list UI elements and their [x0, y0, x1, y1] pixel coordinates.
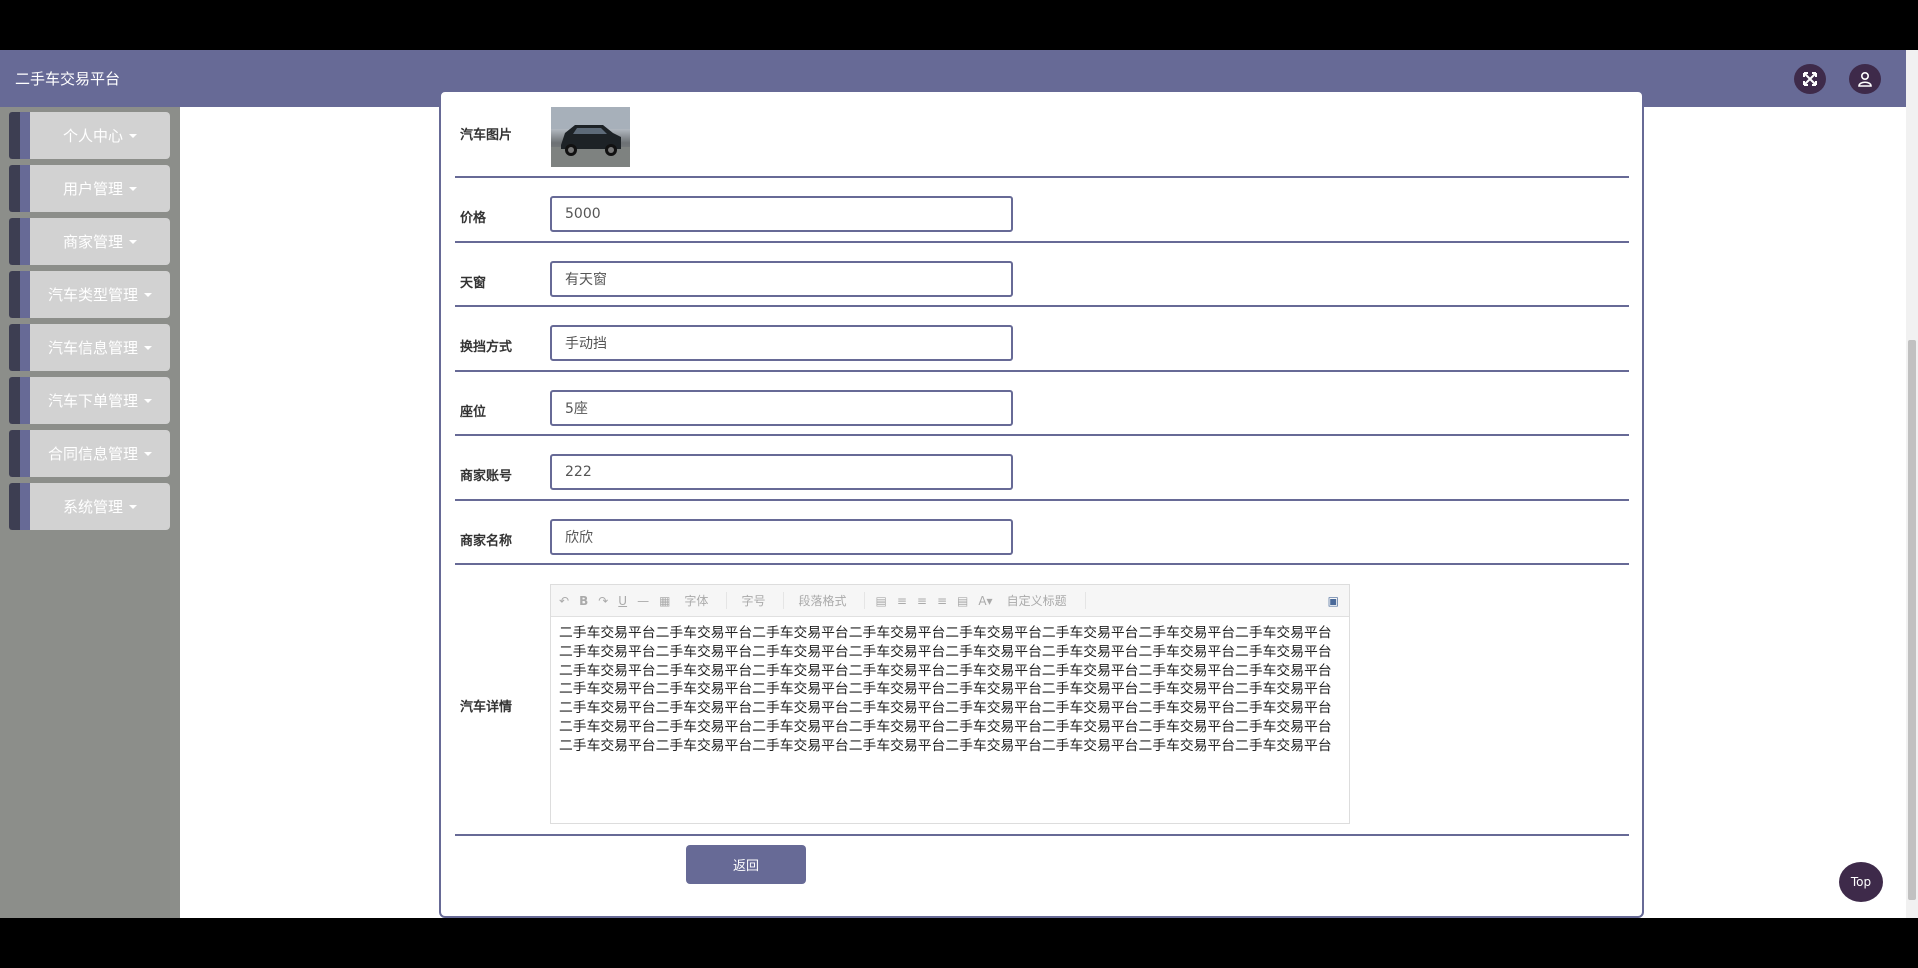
sidebar-item-label: 汽车信息管理 [47, 339, 138, 357]
font-size-select[interactable]: 字号 [737, 592, 785, 609]
car-image-label: 汽车图片 [460, 128, 513, 143]
transmission-field[interactable]: 手动挡 [550, 325, 1013, 361]
editor-content[interactable]: 二手车交易平台二手车交易平台二手车交易平台二手车交易平台二手车交易平台二手车交易… [559, 624, 1345, 756]
caret-down-icon [129, 239, 137, 244]
sidebar-item-label: 商家管理 [62, 233, 123, 251]
row-divider [455, 834, 1629, 836]
bold-icon[interactable]: B [579, 594, 588, 608]
sidebar-item-merchant-management[interactable]: 商家管理 [9, 218, 170, 265]
sidebar-item-contract-management[interactable]: 合同信息管理 [9, 430, 170, 477]
seats-field[interactable]: 5座 [550, 390, 1013, 426]
merchant-account-label: 商家账号 [460, 469, 513, 484]
scrollbar-thumb[interactable] [1908, 340, 1916, 900]
row-divider [455, 305, 1629, 307]
table-icon[interactable]: ▦ [659, 594, 670, 608]
sidebar-item-label: 合同信息管理 [47, 445, 138, 463]
caret-down-icon [144, 345, 152, 350]
horizontal-rule-icon[interactable]: — [637, 594, 649, 608]
align-left-icon[interactable]: ≡ [897, 594, 907, 608]
font-select[interactable]: 字体 [680, 592, 728, 609]
sidebar-item-label: 用户管理 [62, 180, 123, 198]
row-divider [455, 563, 1629, 565]
caret-down-icon [129, 133, 137, 138]
row-divider [455, 370, 1629, 372]
caret-down-icon [144, 451, 152, 456]
sidebar-item-personal-center[interactable]: 个人中心 [9, 112, 170, 159]
editor-toolbar: ↶ B ↷ U — ▦ 字体 字号 段落格式 ▤ ≡ ≡ ≡ ▤ A▾ 自定义标… [551, 585, 1349, 617]
sidebar-item-label: 汽车下单管理 [47, 392, 138, 410]
merchant-name-label: 商家名称 [460, 534, 513, 549]
sidebar-item-label: 系统管理 [62, 498, 123, 516]
row-divider [455, 176, 1629, 178]
row-divider [455, 434, 1629, 436]
sunroof-label: 天窗 [460, 276, 487, 291]
caret-down-icon [144, 398, 152, 403]
redo-icon[interactable]: ↷ [598, 594, 608, 608]
seats-label: 座位 [460, 405, 487, 420]
caret-down-icon [129, 504, 137, 509]
fullscreen-editor-icon[interactable]: ▣ [1328, 594, 1339, 608]
caret-down-icon [129, 186, 137, 191]
fullscreen-icon[interactable] [1794, 64, 1826, 94]
paragraph-select[interactable]: 段落格式 [794, 592, 866, 609]
merchant-name-field[interactable]: 欣欣 [550, 519, 1013, 555]
app-window: 二手车交易平台 个人中心 用户管理 商家管理 汽车类型管理 汽车信息管理 汽车下… [0, 50, 1918, 918]
sidebar-item-user-management[interactable]: 用户管理 [9, 165, 170, 212]
details-label: 汽车详情 [460, 700, 513, 715]
row-divider [455, 499, 1629, 501]
rich-text-editor[interactable]: ↶ B ↷ U — ▦ 字体 字号 段落格式 ▤ ≡ ≡ ≡ ▤ A▾ 自定义标… [550, 584, 1350, 824]
sidebar-item-label: 汽车类型管理 [47, 286, 138, 304]
table-insert-icon[interactable]: ▤ [875, 594, 886, 608]
sidebar-item-car-order-management[interactable]: 汽车下单管理 [9, 377, 170, 424]
back-button[interactable]: 返回 [686, 845, 806, 884]
font-color-icon[interactable]: A▾ [978, 594, 992, 608]
transmission-label: 换挡方式 [460, 340, 513, 355]
caret-down-icon [144, 292, 152, 297]
price-field[interactable]: 5000 [550, 196, 1013, 232]
undo-icon[interactable]: ↶ [559, 594, 569, 608]
merchant-account-field[interactable]: 222 [550, 454, 1013, 490]
underline-icon[interactable]: U [618, 594, 627, 608]
align-right-icon[interactable]: ≡ [917, 594, 927, 608]
sidebar-item-car-type-management[interactable]: 汽车类型管理 [9, 271, 170, 318]
user-icon[interactable] [1849, 64, 1881, 94]
price-label: 价格 [460, 211, 487, 226]
brand-title: 二手车交易平台 [15, 70, 121, 88]
sidebar-item-label: 个人中心 [62, 127, 123, 145]
custom-title-select[interactable]: 自定义标题 [1003, 592, 1086, 609]
vertical-scrollbar[interactable] [1906, 50, 1918, 918]
back-to-top-button[interactable]: Top [1839, 862, 1883, 902]
car-image[interactable] [551, 107, 630, 167]
sunroof-field[interactable]: 有天窗 [550, 261, 1013, 297]
sidebar-item-car-info-management[interactable]: 汽车信息管理 [9, 324, 170, 371]
sidebar-item-system-management[interactable]: 系统管理 [9, 483, 170, 530]
row-divider [455, 241, 1629, 243]
align-justify-icon[interactable]: ▤ [957, 594, 968, 608]
align-center-icon[interactable]: ≡ [937, 594, 947, 608]
sidebar: 个人中心 用户管理 商家管理 汽车类型管理 汽车信息管理 汽车下单管理 合同信息… [0, 107, 180, 918]
